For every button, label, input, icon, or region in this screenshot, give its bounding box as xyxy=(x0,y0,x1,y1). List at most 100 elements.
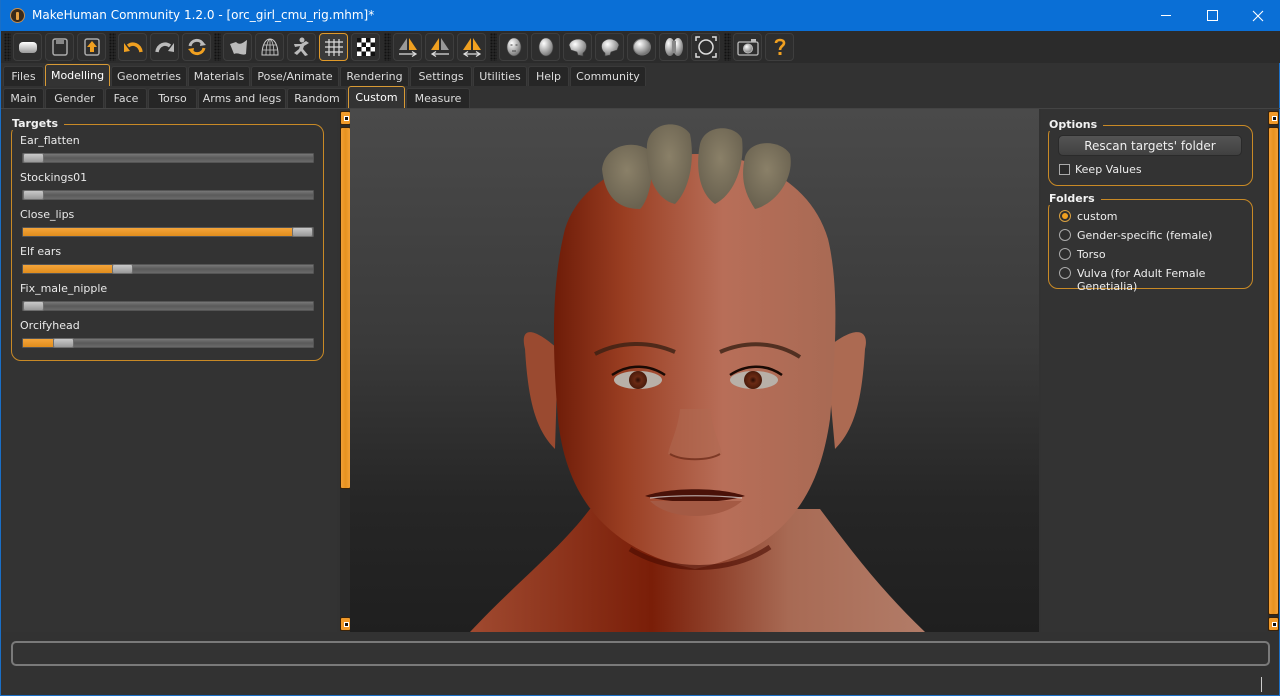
toolbar-grip[interactable] xyxy=(724,33,731,61)
reset-camera-button[interactable] xyxy=(691,33,720,61)
scroll-down-arrow[interactable] xyxy=(1268,617,1279,631)
tab-geometries[interactable]: Geometries xyxy=(111,66,187,86)
smooth-icon xyxy=(229,40,247,55)
symmetry-left-button[interactable] xyxy=(425,33,454,61)
close-button[interactable] xyxy=(1235,0,1280,31)
target-slider[interactable] xyxy=(22,153,314,163)
status-line xyxy=(11,641,1270,666)
rescan-targets-button[interactable]: Rescan targets' folder xyxy=(1058,135,1242,156)
save-button[interactable] xyxy=(45,33,74,61)
left-view-button[interactable] xyxy=(563,33,592,61)
tab-settings[interactable]: Settings xyxy=(410,66,472,86)
reset-icon xyxy=(187,38,206,56)
targets-group: Targets Ear_flatten Stockings01 Close_lips… xyxy=(10,117,324,361)
target-slider[interactable] xyxy=(22,264,314,274)
tab-torso[interactable]: Torso xyxy=(148,88,197,108)
3d-viewport[interactable] xyxy=(350,109,1039,632)
slider-handle[interactable] xyxy=(23,153,44,163)
tab-measure[interactable]: Measure xyxy=(406,88,470,108)
bottom-view-icon xyxy=(664,38,683,56)
help-icon xyxy=(774,38,785,55)
tab-gender[interactable]: Gender xyxy=(45,88,104,108)
slider-handle[interactable] xyxy=(112,264,133,274)
smooth-button[interactable] xyxy=(223,33,252,61)
slider-fill xyxy=(23,339,57,347)
tab-help[interactable]: Help xyxy=(528,66,569,86)
tab-utilities[interactable]: Utilities xyxy=(473,66,527,86)
folder-radio[interactable] xyxy=(1059,229,1071,241)
target-label: Close_lips xyxy=(20,208,75,221)
folders-title: Folders xyxy=(1047,192,1101,205)
toolbar-grip[interactable] xyxy=(214,33,221,61)
pose-button[interactable] xyxy=(287,33,316,61)
tab-pose-animate[interactable]: Pose/Animate xyxy=(251,66,339,86)
front-view-button[interactable] xyxy=(499,33,528,61)
toolbar-grip[interactable] xyxy=(109,33,116,61)
symmetry-button[interactable] xyxy=(457,33,486,61)
toolbar-grip[interactable] xyxy=(490,33,497,61)
scroll-up-arrow[interactable] xyxy=(1268,111,1279,125)
undo-button[interactable] xyxy=(118,33,147,61)
redo-button[interactable] xyxy=(150,33,179,61)
folder-label[interactable]: custom xyxy=(1077,210,1118,223)
slider-handle[interactable] xyxy=(292,227,313,237)
tab-files[interactable]: Files xyxy=(3,66,44,86)
tab-materials[interactable]: Materials xyxy=(188,66,250,86)
folder-label[interactable]: Vulva (for Adult Female Genetialia) xyxy=(1077,267,1252,293)
screenshot-button[interactable] xyxy=(733,33,762,61)
folder-radio[interactable] xyxy=(1059,248,1071,260)
right-panel-scrollbar[interactable] xyxy=(1268,111,1279,631)
slider-handle[interactable] xyxy=(23,301,44,311)
symmetry-left-icon xyxy=(430,38,449,58)
symmetry-icon xyxy=(462,38,481,58)
target-slider[interactable] xyxy=(22,227,314,237)
back-view-button[interactable] xyxy=(531,33,560,61)
tab-main[interactable]: Main xyxy=(3,88,44,108)
folder-radio[interactable] xyxy=(1059,210,1071,222)
tab-face[interactable]: Face xyxy=(105,88,147,108)
target-label: Fix_male_nipple xyxy=(20,282,108,295)
folder-label[interactable]: Torso xyxy=(1077,248,1106,261)
title-bar: MakeHuman Community 1.2.0 - [orc_girl_cm… xyxy=(1,0,1280,31)
background-button[interactable] xyxy=(351,33,380,61)
target-label: Elf ears xyxy=(20,245,62,258)
scroll-thumb[interactable] xyxy=(1268,127,1279,615)
makehuman-logo-icon xyxy=(10,8,25,23)
folder-label[interactable]: Gender-specific (female) xyxy=(1077,229,1212,242)
grid-button[interactable] xyxy=(319,33,348,61)
tab-rendering[interactable]: Rendering xyxy=(340,66,409,86)
target-label: Ear_flatten xyxy=(20,134,80,147)
keep-values-label: Keep Values xyxy=(1075,163,1142,176)
tab-community[interactable]: Community xyxy=(570,66,646,86)
slider-handle[interactable] xyxy=(53,338,74,348)
toolbar-grip[interactable] xyxy=(384,33,391,61)
maximize-button[interactable] xyxy=(1189,0,1235,31)
wireframe-icon xyxy=(260,38,279,56)
tab-arms-and-legs[interactable]: Arms and legs xyxy=(198,88,286,108)
symmetry-right-button[interactable] xyxy=(393,33,422,61)
help-button[interactable] xyxy=(765,33,794,61)
load-button[interactable] xyxy=(13,33,42,61)
bottom-view-button[interactable] xyxy=(659,33,688,61)
tab-modelling[interactable]: Modelling xyxy=(45,64,110,86)
close-icon xyxy=(1252,10,1264,21)
reset-button[interactable] xyxy=(182,33,211,61)
keep-values-checkbox[interactable] xyxy=(1059,164,1070,175)
tab-random[interactable]: Random xyxy=(287,88,347,108)
options-title: Options xyxy=(1047,118,1104,131)
minimize-button[interactable] xyxy=(1143,0,1189,31)
slider-handle[interactable] xyxy=(23,190,44,200)
target-slider[interactable] xyxy=(22,190,314,200)
target-slider[interactable] xyxy=(22,338,314,348)
size-grip[interactable] xyxy=(1261,677,1262,692)
folder-radio[interactable] xyxy=(1059,267,1071,279)
export-button[interactable] xyxy=(77,33,106,61)
toolbar-grip[interactable] xyxy=(4,33,11,61)
top-view-button[interactable] xyxy=(627,33,656,61)
save-icon xyxy=(51,38,68,56)
right-view-button[interactable] xyxy=(595,33,624,61)
tab-custom[interactable]: Custom xyxy=(348,86,405,108)
target-label: Orcifyhead xyxy=(20,319,80,332)
wireframe-button[interactable] xyxy=(255,33,284,61)
target-slider[interactable] xyxy=(22,301,314,311)
